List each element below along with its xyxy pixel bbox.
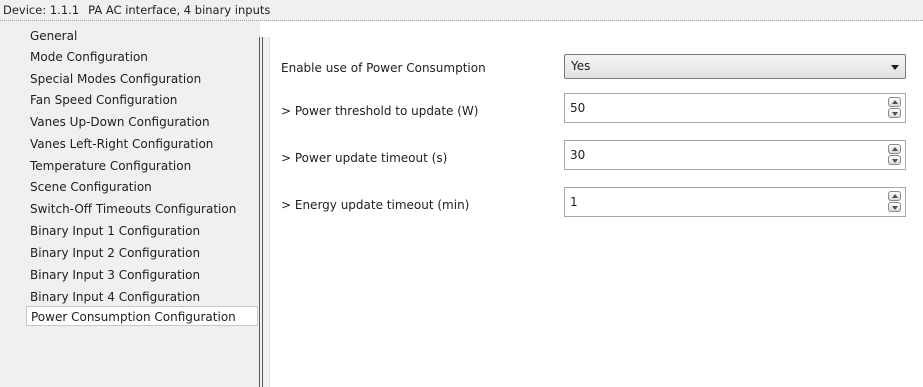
panel-edge <box>263 37 270 387</box>
device-address: Device: 1.1.1 <box>3 3 80 17</box>
spin-down-icon[interactable] <box>888 155 901 165</box>
enable-power-consumption-value: Yes <box>571 59 591 73</box>
device-description: PA AC interface, 4 binary inputs <box>88 3 271 17</box>
energy-update-timeout-value: 1 <box>570 195 578 209</box>
sidebar-item-scene[interactable]: Scene Configuration <box>30 177 152 197</box>
sidebar-item-vanes-left-right[interactable]: Vanes Left-Right Configuration <box>30 134 213 154</box>
power-threshold-spinbox[interactable]: 50 <box>564 93 906 123</box>
sidebar-item-switch-off-timeouts[interactable]: Switch-Off Timeouts Configuration <box>30 199 236 219</box>
power-update-timeout-spinbox[interactable]: 30 <box>564 140 906 170</box>
sidebar-item-general[interactable]: General <box>30 26 77 46</box>
sidebar-item-mode[interactable]: Mode Configuration <box>30 47 148 67</box>
spin-down-icon[interactable] <box>888 202 901 212</box>
enable-power-consumption-label: Enable use of Power Consumption <box>281 61 486 75</box>
sidebar-item-vanes-up-down[interactable]: Vanes Up-Down Configuration <box>30 112 210 132</box>
spin-up-icon[interactable] <box>888 144 901 154</box>
energy-update-timeout-spinbox[interactable]: 1 <box>564 187 906 217</box>
sidebar-item-binary-input-1[interactable]: Binary Input 1 Configuration <box>30 221 200 241</box>
sidebar-item-binary-input-3[interactable]: Binary Input 3 Configuration <box>30 265 200 285</box>
parameter-sidebar: General Mode Configuration Special Modes… <box>0 21 260 387</box>
energy-update-timeout-label: > Energy update timeout (min) <box>281 198 470 212</box>
power-update-timeout-label: > Power update timeout (s) <box>281 151 448 165</box>
parameter-panel: Enable use of Power Consumption Yes > Po… <box>263 21 923 387</box>
sidebar-item-temperature[interactable]: Temperature Configuration <box>30 156 191 176</box>
spin-down-icon[interactable] <box>888 108 901 118</box>
sidebar-item-special-modes[interactable]: Special Modes Configuration <box>30 69 201 89</box>
power-threshold-label: > Power threshold to update (W) <box>281 104 479 118</box>
chevron-down-icon <box>891 65 899 70</box>
sidebar-item-fan-speed[interactable]: Fan Speed Configuration <box>30 90 177 110</box>
power-threshold-value: 50 <box>570 101 586 115</box>
spin-up-icon[interactable] <box>888 97 901 107</box>
enable-power-consumption-dropdown[interactable]: Yes <box>564 54 906 79</box>
device-title-bar: Device: 1.1.1 PA AC interface, 4 binary i… <box>0 0 923 21</box>
spin-up-icon[interactable] <box>888 191 901 201</box>
sidebar-item-binary-input-4[interactable]: Binary Input 4 Configuration <box>30 287 200 307</box>
sidebar-item-power-consumption[interactable]: Power Consumption Configuration <box>26 306 258 326</box>
sidebar-item-binary-input-2[interactable]: Binary Input 2 Configuration <box>30 243 200 263</box>
power-update-timeout-value: 30 <box>570 148 586 162</box>
